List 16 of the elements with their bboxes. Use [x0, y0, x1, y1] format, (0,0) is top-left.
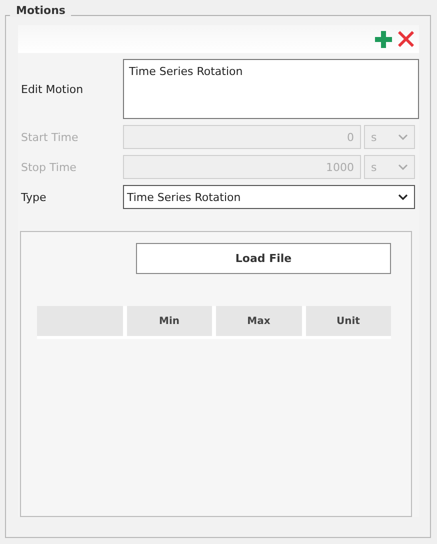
chevron-icon — [398, 194, 408, 200]
group-title: Motions — [10, 4, 72, 17]
chevron-icon — [398, 134, 408, 140]
text-area[interactable]: Time Series Rotation — [123, 59, 419, 119]
field-label: Edit Motion — [21, 82, 84, 96]
plus-icon[interactable] — [375, 30, 392, 48]
field-label: Stop Time — [21, 160, 78, 174]
close-icon[interactable] — [398, 31, 414, 47]
table-header-cell: Max — [216, 306, 302, 336]
load-file-button[interactable]: Load File — [136, 243, 391, 274]
field-label: Start Time — [21, 130, 80, 144]
chevron-icon — [398, 164, 408, 170]
table-header-cell: Min — [126, 306, 212, 336]
table-header-cell: Unit — [306, 306, 391, 336]
field-label: Type — [21, 190, 48, 204]
type-dropdown[interactable]: Time Series Rotation — [123, 185, 415, 209]
